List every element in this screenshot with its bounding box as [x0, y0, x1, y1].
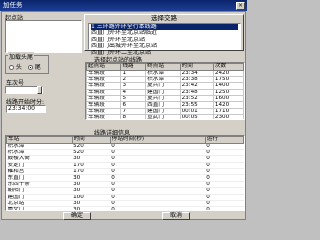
- radio-head-label: 头: [15, 64, 22, 71]
- table-cell: 2300: [212, 114, 244, 119]
- start-group: 加载头尾 头 尾: [5, 52, 49, 74]
- station-row[interactable]: 车辆段 8 宣武门 00:05 2300: [86, 114, 244, 119]
- dialog-body: 起点站 选择交路 1 三环路外环全行本线路 西直门外环至北京站临近 西直门外环至北京…: [1, 11, 246, 220]
- route-choice-list[interactable]: 1 三环路外环全行本线路 西直门外环至北京站临近 西直门外环至北京站 西直门出城外环至…: [88, 23, 241, 56]
- route-choice-title: 选择交路: [151, 14, 177, 22]
- table-cell: 30: [72, 206, 111, 210]
- table-cell: 崇文门: [6, 206, 73, 210]
- car-number-field[interactable]: [5, 86, 43, 94]
- selected-route-list[interactable]: [5, 20, 82, 53]
- table-cell: 0: [205, 206, 244, 210]
- station-grid[interactable]: 起点站 线路 终点站 时间 次数 车辆段 1 积水潭 23:34 2420 车辆段 2 积水潭 23:3…: [85, 62, 245, 120]
- window-title: 加任务: [3, 1, 23, 9]
- start-group-caption: 加载头尾: [8, 52, 35, 61]
- close-button[interactable]: ×: [236, 2, 245, 10]
- table-cell: 车辆段: [86, 114, 122, 119]
- detail-row[interactable]: 崇文门 30 0 0: [6, 206, 244, 210]
- detail-list[interactable]: 车站 时间 停站时间(秒) 运行 积水潭 520 0 0 积水潭 520 0 0 鼓楼大街 30 0 0 安定…: [5, 135, 245, 211]
- title-bar: 加任务 ×: [0, 0, 247, 11]
- route-choice-panel: 选择交路 1 三环路外环全行本线路 西直门外环至北京站临近 西直门外环至北京站 西直门…: [84, 14, 244, 56]
- cancel-button[interactable]: 取消: [162, 212, 190, 220]
- car-spin-button[interactable]: [37, 86, 42, 94]
- table-cell: 00:05: [179, 114, 214, 119]
- table-cell: 8: [120, 114, 147, 119]
- time-field[interactable]: 23:34:00: [6, 105, 46, 113]
- ok-button[interactable]: 确定: [63, 212, 91, 220]
- radio-head[interactable]: [9, 65, 14, 70]
- table-cell: 0: [110, 206, 206, 210]
- radio-tail-label: 尾: [34, 64, 41, 71]
- radio-tail[interactable]: [27, 65, 33, 70]
- table-cell: 宣武门: [145, 114, 181, 119]
